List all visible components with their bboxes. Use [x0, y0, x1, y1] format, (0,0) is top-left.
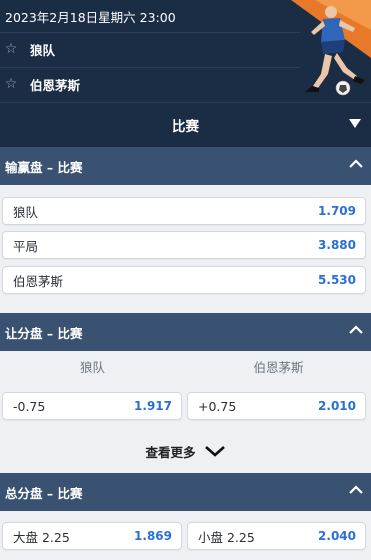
- match-datetime: 2023年2月18日星期六 23:00: [5, 10, 176, 25]
- odds-button-over[interactable]: 大盘 2.25 1.869: [2, 522, 182, 550]
- outcome-odds: 1.709: [318, 204, 356, 218]
- home-team-name: 狼队: [30, 42, 56, 58]
- totals-label: 小盘 2.25: [198, 529, 255, 545]
- section-header-handicap[interactable]: 让分盘 – 比赛: [0, 313, 371, 351]
- chevron-up-icon: [349, 159, 363, 168]
- chevron-up-icon: [349, 325, 363, 334]
- chevron-down-icon: [204, 446, 225, 457]
- caret-down-icon: [349, 119, 361, 128]
- outcome-odds: 3.880: [318, 238, 356, 252]
- outcome-label: 狼队: [13, 204, 39, 220]
- totals-label: 大盘 2.25: [13, 529, 70, 545]
- odds-button-away[interactable]: 伯恩茅斯 5.530: [2, 266, 366, 294]
- team-row-home: ☆ 狼队: [0, 32, 300, 65]
- odds-button-handicap-away[interactable]: +0.75 2.010: [187, 392, 366, 420]
- outcome-odds: 1.869: [134, 529, 172, 543]
- column-header-home: 狼队: [79, 360, 105, 375]
- star-icon[interactable]: ☆: [0, 41, 24, 57]
- section-title: 总分盘 – 比赛: [5, 485, 83, 501]
- section-header-totals[interactable]: 总分盘 – 比赛: [0, 473, 371, 511]
- match-header: 2023年2月18日星期六 23:00 ☆ 狼队 ☆ 伯恩茅斯: [0, 0, 371, 102]
- outcome-odds: 5.530: [318, 273, 356, 287]
- team-row-away: ☆ 伯恩茅斯: [0, 67, 300, 100]
- see-more-button[interactable]: 查看更多: [0, 437, 371, 465]
- outcome-label: 平局: [13, 238, 39, 254]
- outcome-odds: 2.040: [318, 529, 356, 543]
- market-category-selector[interactable]: 比赛: [0, 102, 371, 147]
- column-header-away: 伯恩茅斯: [253, 360, 304, 375]
- outcome-odds: 1.917: [134, 399, 172, 413]
- see-more-label: 查看更多: [145, 444, 196, 460]
- away-team-name: 伯恩茅斯: [30, 77, 81, 93]
- chevron-up-icon: [349, 485, 363, 494]
- star-icon[interactable]: ☆: [0, 76, 24, 92]
- odds-button-draw[interactable]: 平局 3.880: [2, 231, 366, 259]
- football-player-illustration: [291, 0, 371, 96]
- section-title: 让分盘 – 比赛: [5, 325, 83, 341]
- handicap-line: +0.75: [198, 398, 237, 414]
- outcome-odds: 2.010: [318, 399, 356, 413]
- odds-button-handicap-home[interactable]: -0.75 1.917: [2, 392, 182, 420]
- odds-button-home[interactable]: 狼队 1.709: [2, 197, 366, 225]
- odds-button-under[interactable]: 小盘 2.25 2.040: [187, 522, 366, 550]
- market-category-title: 比赛: [172, 119, 199, 135]
- handicap-line: -0.75: [13, 398, 46, 414]
- section-title: 输赢盘 – 比赛: [5, 159, 83, 175]
- section-header-moneyline[interactable]: 输赢盘 – 比赛: [0, 147, 371, 185]
- outcome-label: 伯恩茅斯: [13, 273, 64, 289]
